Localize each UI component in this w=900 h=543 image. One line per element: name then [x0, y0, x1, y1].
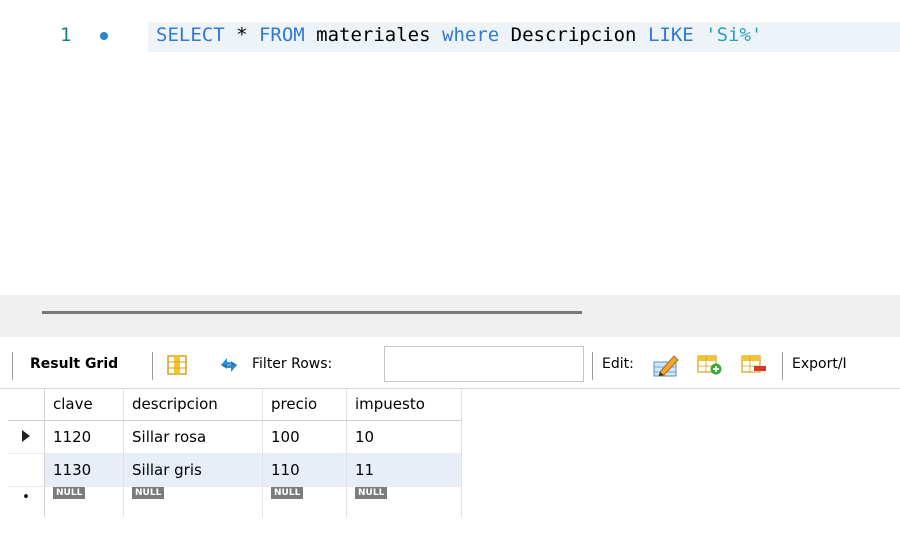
null-badge: NULL [271, 487, 304, 499]
cell-new-descripcion[interactable]: NULL [123, 486, 263, 517]
result-toolbar: Result Grid Filter Rows: Edit: Export/I [0, 344, 900, 389]
cell-descripcion[interactable]: Sillar gris [123, 453, 263, 487]
new-row-selector[interactable]: • [8, 486, 45, 517]
cell-new-clave[interactable]: NULL [44, 486, 124, 517]
sql-token-plain: * [224, 24, 259, 46]
cell-clave[interactable]: 1130 [44, 453, 124, 487]
cell-precio[interactable]: 110 [262, 453, 347, 487]
column-header-descripcion[interactable]: descripcion [123, 388, 263, 421]
toolbar-separator [12, 352, 13, 380]
statement-marker-icon [100, 32, 108, 40]
refresh-arrows-icon[interactable] [217, 354, 241, 380]
line-number: 1 [60, 24, 72, 46]
sql-editor[interactable]: 1 SELECT * FROM materiales where Descrip… [8, 0, 900, 295]
null-badge: NULL [53, 487, 86, 499]
delete-row-icon[interactable] [741, 354, 767, 380]
sql-token-str: 'Si%' [705, 24, 763, 46]
cell-impuesto[interactable]: 10 [346, 420, 462, 454]
column-header-precio[interactable]: precio [262, 388, 347, 421]
sql-token-kw: FROM [258, 24, 305, 46]
pencil-edit-icon[interactable] [652, 352, 680, 382]
cell-impuesto[interactable]: 11 [346, 453, 462, 487]
null-badge: NULL [355, 487, 388, 499]
sql-token-kw: where [442, 24, 500, 46]
new-row[interactable]: • NULL NULL NULL NULL [8, 486, 462, 517]
sql-code[interactable]: SELECT * FROM materiales where Descripci… [156, 24, 762, 46]
sql-token-kw: SELECT [156, 24, 225, 46]
cell-new-impuesto[interactable]: NULL [346, 486, 462, 517]
table-row[interactable]: 1120 Sillar rosa 100 10 [8, 420, 462, 454]
column-grid-icon[interactable] [167, 355, 187, 379]
toolbar-separator [152, 352, 153, 380]
result-grid-tab[interactable]: Result Grid [30, 356, 118, 372]
export-button[interactable]: Export/I [792, 356, 847, 372]
sql-token-kw: LIKE [647, 24, 694, 46]
row-selector[interactable] [8, 453, 45, 487]
asterisk-icon: • [22, 490, 30, 505]
triangle-right-icon [22, 430, 30, 442]
cell-clave[interactable]: 1120 [44, 420, 124, 454]
sql-token-plain: materiales [304, 24, 443, 46]
sql-token-plain: Descripcion [499, 24, 648, 46]
result-grid: clave descripcion precio impuesto 1120 S… [8, 388, 495, 517]
header-row: clave descripcion precio impuesto [8, 388, 462, 421]
table-row[interactable]: 1130 Sillar gris 110 11 [8, 453, 462, 487]
column-header-impuesto[interactable]: impuesto [346, 388, 462, 421]
column-header-clave[interactable]: clave [44, 388, 124, 421]
filter-rows-label: Filter Rows: [252, 356, 333, 372]
edit-label: Edit: [602, 356, 634, 372]
null-badge: NULL [132, 487, 165, 499]
cell-new-precio[interactable]: NULL [262, 486, 347, 517]
toolbar-separator [592, 352, 593, 380]
panel-splitter[interactable] [0, 295, 900, 337]
result-table: clave descripcion precio impuesto 1120 S… [8, 388, 462, 517]
row-selector[interactable] [8, 420, 45, 454]
horizontal-scrollbar[interactable] [42, 311, 582, 314]
editor-line-1[interactable]: 1 SELECT * FROM materiales where Descrip… [8, 22, 900, 52]
cell-precio[interactable]: 100 [262, 420, 347, 454]
cell-descripcion[interactable]: Sillar rosa [123, 420, 263, 454]
add-row-icon[interactable] [697, 354, 723, 380]
filter-rows-input[interactable] [384, 346, 584, 382]
row-header-corner [8, 388, 45, 421]
toolbar-separator [782, 352, 783, 380]
sql-token-plain [694, 24, 705, 46]
